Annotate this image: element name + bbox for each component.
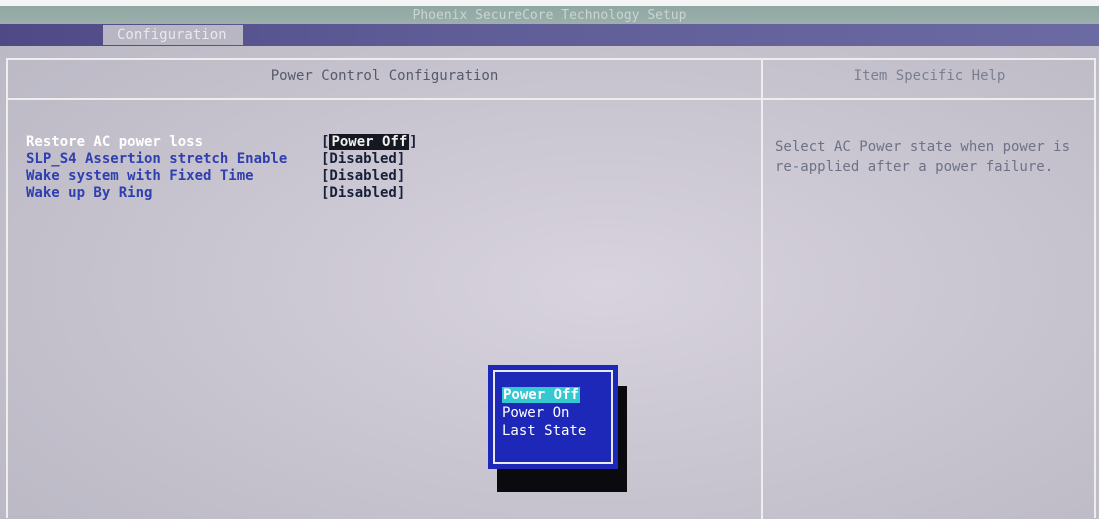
popup-option-power-on[interactable]: Power On: [502, 404, 569, 422]
setting-label: Wake up By Ring: [26, 185, 153, 201]
header-divider: [6, 98, 1096, 100]
setting-value[interactable]: [Disabled]: [321, 168, 405, 184]
popup-option-power-off[interactable]: Power Off: [502, 386, 580, 404]
menu-tab-configuration[interactable]: Configuration: [103, 25, 243, 45]
help-text: Select AC Power state when power is re-a…: [775, 137, 1090, 177]
setting-label: SLP_S4 Assertion stretch Enable: [26, 151, 288, 167]
setting-label: Restore AC power loss: [26, 134, 204, 150]
setting-value-selected[interactable]: [Power Off]: [321, 134, 418, 150]
setting-value[interactable]: [Disabled]: [321, 151, 405, 167]
popup-option-last-state[interactable]: Last State: [502, 422, 586, 440]
option-popup: Power Off Power On Last State: [488, 365, 618, 469]
setting-label: Wake system with Fixed Time: [26, 168, 254, 184]
help-title: Item Specific Help: [853, 68, 1006, 84]
window-title: Phoenix SecureCore Technology Setup: [0, 6, 1099, 26]
bios-screen: Phoenix SecureCore Technology Setup Conf…: [0, 0, 1099, 519]
help-line-1: Select AC Power state when power is: [775, 139, 1071, 155]
setting-value[interactable]: [Disabled]: [321, 185, 405, 201]
page-title: Power Control Configuration: [270, 68, 499, 84]
menu-bar: Configuration: [0, 24, 1099, 46]
help-line-2: re-applied after a power failure.: [775, 159, 1054, 175]
setting-value-highlight[interactable]: Power Off: [329, 134, 410, 150]
popup-option-highlight[interactable]: Power Off: [502, 387, 580, 403]
panel-divider: [761, 58, 763, 519]
